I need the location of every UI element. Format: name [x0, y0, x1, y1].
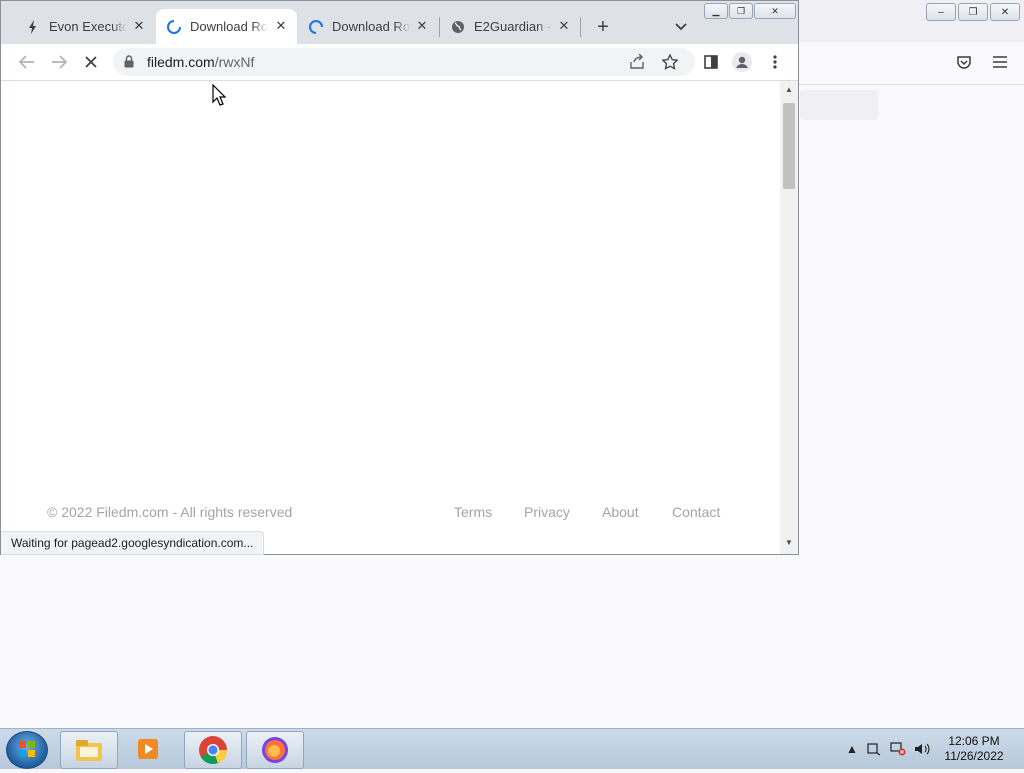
media-player-taskbar-icon[interactable]: [120, 731, 176, 767]
side-panel-icon[interactable]: [699, 50, 723, 74]
firefox-close-button[interactable]: ✕: [990, 3, 1020, 21]
chrome-window: Evon Executor ✕ Download Roblox ✕ Downlo…: [0, 0, 799, 555]
new-tab-button[interactable]: +: [592, 16, 614, 38]
close-icon[interactable]: ✕: [414, 18, 430, 34]
close-icon[interactable]: ✕: [556, 18, 572, 34]
tab-evon-executor[interactable]: Evon Executor ✕: [15, 9, 155, 44]
hamburger-menu-icon[interactable]: [990, 52, 1010, 72]
forward-arrow-icon[interactable]: [47, 50, 71, 74]
clock-date: 11/26/2022: [944, 749, 1004, 763]
tab-download-roblox-active[interactable]: Download Roblox ✕: [156, 9, 297, 44]
action-center-icon[interactable]: [866, 741, 882, 757]
url-domain: filedm.com: [147, 54, 215, 70]
network-disconnected-icon[interactable]: [890, 741, 906, 757]
globe-icon: [450, 19, 466, 35]
url-text[interactable]: filedm.com/rwxNf: [147, 54, 254, 70]
loading-spinner-icon: [308, 19, 324, 35]
tab-label: E2Guardian - Access Denied: [474, 19, 552, 34]
scroll-down-arrow-icon[interactable]: ▼: [784, 538, 794, 548]
tab-strip: Evon Executor ✕ Download Roblox ✕ Downlo…: [1, 1, 798, 44]
profile-avatar-icon[interactable]: [730, 50, 754, 74]
windows-taskbar: ▲ 12:06 PM 11/26/2022: [0, 728, 1024, 769]
tab-separator: [580, 17, 581, 37]
star-bookmark-icon[interactable]: [661, 53, 679, 75]
loading-spinner-icon: [166, 19, 182, 35]
close-icon[interactable]: ✕: [273, 18, 289, 34]
mouse-cursor-icon: [212, 83, 227, 111]
bolt-icon: [25, 19, 41, 35]
vertical-scrollbar[interactable]: ▲ ▼: [780, 81, 798, 554]
chrome-restore-button[interactable]: ❐: [729, 3, 753, 19]
chrome-close-button[interactable]: ✕: [754, 3, 796, 19]
address-bar[interactable]: filedm.com/rwxNf: [113, 48, 695, 76]
lock-icon[interactable]: [124, 55, 134, 73]
tab-label: Evon Executor: [49, 19, 127, 34]
scroll-up-arrow-icon[interactable]: ▲: [784, 85, 794, 95]
scrollbar-thumb[interactable]: [783, 103, 795, 189]
firefox-minimize-button[interactable]: –: [926, 3, 956, 21]
close-icon[interactable]: ✕: [131, 18, 147, 34]
system-clock[interactable]: 12:06 PM 11/26/2022: [938, 734, 1010, 764]
pocket-icon[interactable]: [954, 52, 974, 72]
back-arrow-icon[interactable]: [15, 50, 39, 74]
footer-link-privacy[interactable]: Privacy: [524, 504, 570, 520]
chevron-down-icon[interactable]: [671, 17, 691, 37]
tab-label: Download Roblox: [190, 19, 268, 34]
url-path: /rwxNf: [214, 54, 255, 70]
tab-download-roblox[interactable]: Download Roblox ✕: [298, 9, 438, 44]
footer-link-terms[interactable]: Terms: [454, 504, 492, 520]
footer-link-about[interactable]: About: [602, 504, 639, 520]
tab-e2guardian[interactable]: E2Guardian - Access Denied ✕: [440, 9, 580, 44]
tab-label: Download Roblox: [332, 19, 410, 34]
file-explorer-taskbar-icon[interactable]: [60, 731, 118, 769]
chrome-toolbar: filedm.com/rwxNf: [1, 44, 798, 81]
status-bubble: Waiting for pagead2.googlesyndication.co…: [1, 531, 265, 555]
kebab-menu-icon[interactable]: [763, 50, 787, 74]
footer-copyright: © 2022 Filedm.com - All rights reserved: [47, 504, 293, 520]
firefox-restore-button[interactable]: ❐: [958, 3, 988, 21]
volume-speaker-icon[interactable]: [914, 741, 930, 757]
stop-loading-icon[interactable]: [79, 50, 103, 74]
footer-link-contact[interactable]: Contact: [672, 504, 720, 520]
chrome-taskbar-icon[interactable]: [184, 731, 242, 769]
windows-start-button[interactable]: [6, 731, 48, 769]
chrome-minimize-button[interactable]: ▁: [704, 3, 728, 19]
firefox-url-bar[interactable]: [800, 90, 878, 120]
share-icon[interactable]: [629, 53, 645, 75]
clock-time: 12:06 PM: [948, 734, 1000, 748]
show-hidden-icons-arrow-icon[interactable]: ▲: [844, 741, 860, 757]
page-content: © 2022 Filedm.com - All rights reserved …: [1, 81, 780, 554]
firefox-taskbar-icon[interactable]: [246, 731, 304, 769]
